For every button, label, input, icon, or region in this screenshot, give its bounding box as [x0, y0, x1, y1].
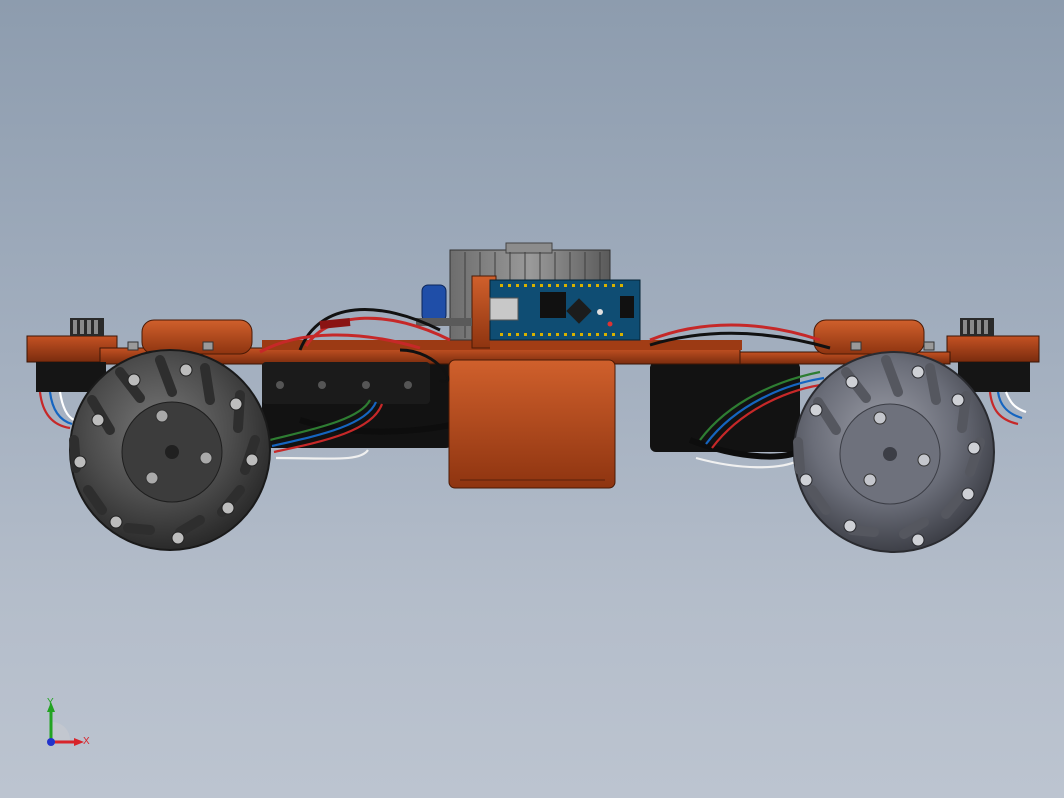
controller-board	[489, 279, 641, 341]
capacitor	[421, 284, 447, 322]
battery-pod-right	[813, 319, 925, 355]
x-axis-label: X	[83, 736, 90, 747]
center-body	[448, 359, 616, 489]
mecanum-wheel-right	[793, 351, 995, 553]
mecanum-wheel-left	[69, 349, 271, 551]
cad-viewport[interactable]: Y X	[0, 0, 1064, 798]
motor-bracket-left	[262, 362, 430, 404]
header-pins-right	[960, 318, 994, 336]
coordinate-triad[interactable]: Y X	[36, 696, 106, 758]
battery-pod-left	[141, 319, 253, 355]
robot-model[interactable]	[0, 0, 1064, 798]
header-pins-left	[70, 318, 104, 336]
z-axis-dot	[47, 738, 55, 746]
y-axis-label: Y	[47, 697, 54, 708]
motor-housing-right	[650, 362, 800, 452]
